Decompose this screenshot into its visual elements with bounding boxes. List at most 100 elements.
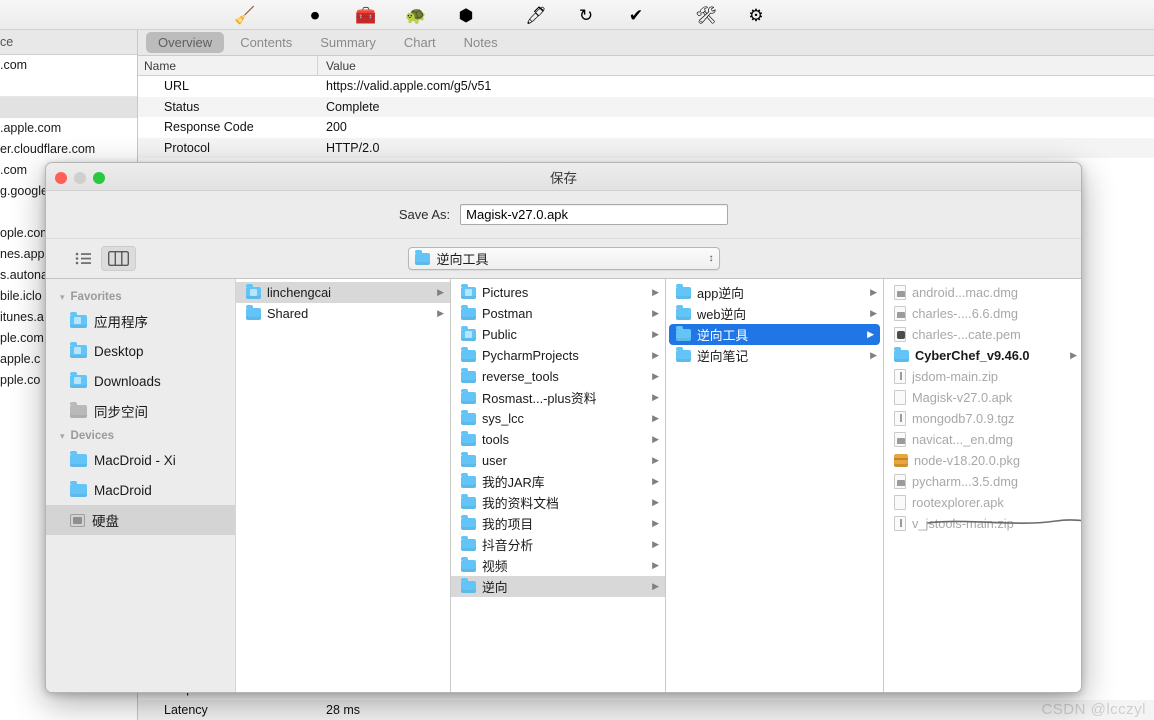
throttle-icon[interactable]: 🧰 <box>354 3 378 27</box>
archive-icon <box>894 369 906 384</box>
chevron-down-icon[interactable]: ▾ <box>60 292 65 303</box>
folder-icon <box>461 367 476 383</box>
file-row[interactable]: 我的JAR库 ▶ <box>451 471 665 492</box>
save-as-input[interactable] <box>460 204 729 225</box>
folder-icon <box>461 493 476 509</box>
close-button[interactable] <box>55 172 67 184</box>
session-list-item[interactable]: .com <box>0 55 137 76</box>
archive-icon <box>894 411 906 426</box>
file-row[interactable]: 逆向 ▶ <box>451 576 665 597</box>
folder-icon <box>461 472 476 488</box>
file-row[interactable]: charles-...cate.pem <box>884 324 1081 345</box>
tab-summary[interactable]: Summary <box>308 32 388 53</box>
home-column[interactable]: Pictures ▶ Postman ▶ Public ▶ PycharmProjects ▶… <box>451 279 666 692</box>
file-row[interactable]: Magisk-v27.0.apk <box>884 387 1081 408</box>
session-list-item[interactable] <box>0 76 137 97</box>
disclosure-arrow-icon: ▶ <box>652 497 659 507</box>
sidebar-group-favorites[interactable]: ▾ Favorites <box>46 287 235 306</box>
file-row[interactable]: v_jstools-main.zip <box>884 513 1081 534</box>
users-column[interactable]: linchengcai ▶ Shared ▶ <box>236 279 451 692</box>
browser-sidebar[interactable]: ▾ Favorites 应用程序 Desktop Downloads 同步空间 ▾ Devic… <box>46 279 236 692</box>
file-row[interactable]: sys_lcc ▶ <box>451 408 665 429</box>
file-row[interactable]: Rosmast...-plus资料 ▶ <box>451 387 665 408</box>
sidebar-item-应用程序[interactable]: 应用程序 <box>46 306 235 336</box>
pen-icon[interactable]: 🖊 <box>524 3 548 27</box>
tab-chart[interactable]: Chart <box>392 32 448 53</box>
folder-pictures-icon <box>461 283 476 299</box>
broom-icon[interactable]: 🧹 <box>233 3 257 27</box>
validate-icon[interactable]: ✔ <box>624 3 648 27</box>
files-column[interactable]: android...mac.dmg charles-....6.6.dmg char… <box>884 279 1081 692</box>
sidebar-item-Downloads[interactable]: Downloads <box>46 366 235 396</box>
file-row[interactable]: 逆向工具 ▶ <box>669 324 880 345</box>
sidebar-item-label: MacDroid - Xi <box>94 452 176 468</box>
folder-icon <box>461 388 476 404</box>
compose-icon[interactable]: ⬢ <box>454 3 478 27</box>
file-row[interactable]: android...mac.dmg <box>884 282 1081 303</box>
file-row[interactable]: 我的资料文档 ▶ <box>451 492 665 513</box>
app-toolbar: 🧹 ⏺ 🧰 🐢 ⬢ 🖊 ↻ ✔ 🛠 ⚙ <box>0 0 1154 30</box>
file-row[interactable]: node-v18.20.0.pkg <box>884 450 1081 471</box>
reverse-column[interactable]: app逆向 ▶ web逆向 ▶ 逆向工具 ▶ 逆向笔记 ▶ <box>666 279 884 692</box>
tools-icon[interactable]: 🛠 <box>694 3 718 27</box>
tab-contents[interactable]: Contents <box>228 32 304 53</box>
session-list-item[interactable]: .apple.com <box>0 118 137 139</box>
file-row[interactable]: navicat..._en.dmg <box>884 429 1081 450</box>
detail-row-name: Protocol <box>164 140 210 155</box>
settings-icon[interactable]: ⚙ <box>744 3 768 27</box>
file-row[interactable]: pycharm...3.5.dmg <box>884 471 1081 492</box>
sidebar-item-MacDroid[interactable]: MacDroid <box>46 475 235 505</box>
file-row[interactable]: CyberChef_v9.46.0 ▶ <box>884 345 1081 366</box>
tab-overview[interactable]: Overview <box>146 32 225 53</box>
tab-notes[interactable]: Notes <box>452 32 510 53</box>
file-row[interactable]: tools ▶ <box>451 429 665 450</box>
current-folder-popup[interactable]: 逆向工具 ↕ <box>407 247 720 270</box>
breakpoint-icon[interactable]: 🐢 <box>404 3 428 27</box>
current-folder-label: 逆向工具 <box>436 252 489 267</box>
sidebar-item-Desktop[interactable]: Desktop <box>46 336 235 366</box>
file-row[interactable]: linchengcai ▶ <box>236 282 450 303</box>
file-row[interactable]: 逆向笔记 ▶ <box>666 345 883 366</box>
detail-row-name: Status <box>164 99 200 114</box>
file-row[interactable]: 视频 ▶ <box>451 555 665 576</box>
list-view-icon[interactable] <box>66 246 101 271</box>
file-row[interactable]: rootexplorer.apk <box>884 492 1081 513</box>
folder-icon <box>894 346 909 362</box>
file-row[interactable]: web逆向 ▶ <box>666 303 883 324</box>
record-icon[interactable]: ⏺ <box>303 3 327 27</box>
file-row[interactable]: 抖音分析 ▶ <box>451 534 665 555</box>
file-row[interactable]: Pictures ▶ <box>451 282 665 303</box>
sidebar-item-硬盘[interactable]: 硬盘 <box>46 505 235 535</box>
disclosure-arrow-icon: ▶ <box>870 350 877 360</box>
sidebar-group-devices[interactable]: ▾ Devices <box>46 426 235 445</box>
detail-tab-bar[interactable]: Overview Contents Summary Chart Notes <box>138 30 1154 56</box>
session-list-item[interactable]: er.cloudflare.com <box>0 139 137 160</box>
detail-row-value: 200 <box>326 120 347 135</box>
document-icon <box>894 495 906 510</box>
file-row[interactable]: jsdom-main.zip <box>884 366 1081 387</box>
file-row[interactable]: mongodb7.0.9.tgz <box>884 408 1081 429</box>
disclosure-arrow-icon: ▶ <box>652 560 659 570</box>
file-row[interactable]: 我的项目 ▶ <box>451 513 665 534</box>
column-view-icon[interactable] <box>101 246 136 271</box>
file-row[interactable]: PycharmProjects ▶ <box>451 345 665 366</box>
dialog-navigation-bar: 逆向工具 ↕ <box>46 239 1081 279</box>
disclosure-arrow-icon: ▶ <box>652 413 659 423</box>
file-row[interactable]: user ▶ <box>451 450 665 471</box>
repeat-icon[interactable]: ↻ <box>574 3 598 27</box>
file-row[interactable]: reverse_tools ▶ <box>451 366 665 387</box>
file-row[interactable]: Shared ▶ <box>236 303 450 324</box>
file-row[interactable]: Postman ▶ <box>451 303 665 324</box>
sidebar-item-MacDroid - Xi[interactable]: MacDroid - Xi <box>46 445 235 475</box>
minimize-button[interactable] <box>74 172 86 184</box>
file-row[interactable]: Public ▶ <box>451 324 665 345</box>
file-row[interactable]: charles-....6.6.dmg <box>884 303 1081 324</box>
maximize-button[interactable] <box>93 172 105 184</box>
csdn-watermark: CSDN @lcczyl <box>1041 701 1146 718</box>
file-row[interactable]: app逆向 ▶ <box>666 282 883 303</box>
chevron-down-icon[interactable]: ▾ <box>60 431 65 442</box>
sidebar-item-同步空间[interactable]: 同步空间 <box>46 396 235 426</box>
view-mode-toggle[interactable] <box>66 246 136 271</box>
sidebar-group-label: Favorites <box>70 291 122 303</box>
session-list-item[interactable] <box>0 97 137 118</box>
